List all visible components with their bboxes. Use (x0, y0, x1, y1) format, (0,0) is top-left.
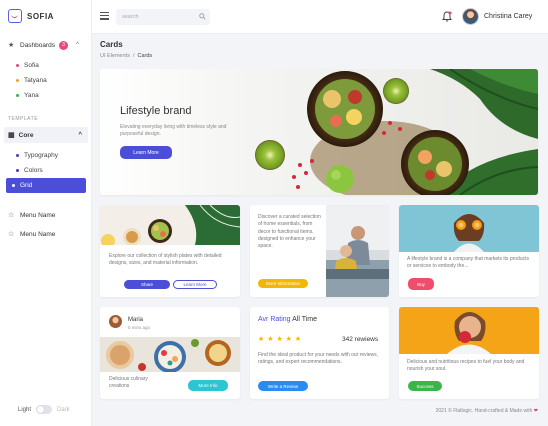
count-badge: 3 (59, 40, 69, 50)
sidebar-subitem-colors[interactable]: Colors (16, 164, 43, 176)
author-name: Maria (128, 317, 144, 323)
rating-text: Find the ideal product for your needs wi… (258, 352, 379, 366)
nutrition-text: Delicious and nutritious recipes to fuel… (407, 359, 525, 373)
bullet-icon (16, 63, 19, 67)
lifestyle-card: A lifestyle brand is a company that mark… (399, 205, 539, 297)
search-input[interactable]: search (116, 9, 210, 25)
page-title: Cards (100, 40, 123, 49)
sidebar-subitem-label: Sofia (24, 61, 39, 69)
nutrition-card: Delicious and nutritious recipes to fuel… (399, 307, 539, 399)
avatar[interactable] (109, 315, 122, 328)
more-info-button[interactable]: More Info (188, 380, 228, 391)
write-review-button[interactable]: Write a Review (258, 381, 308, 391)
rating-title-accent: Avr Rating (258, 316, 291, 323)
buy-button[interactable]: Buy (408, 278, 434, 290)
footer: 2021 © Flatlogic. Hand-crafted & Made wi… (436, 408, 538, 414)
bell-icon[interactable] (442, 11, 452, 22)
breadcrumb-item[interactable]: UI Elements (100, 53, 130, 59)
post-time: 5 mins ago (128, 325, 151, 330)
section-label: TEMPLATE (8, 116, 39, 122)
home-essentials-card: Discover a curated selection of home ess… (250, 205, 389, 297)
home-essentials-image (326, 205, 389, 297)
bullet-icon (16, 153, 19, 157)
lifestyle-text: A lifestyle brand is a company that mark… (407, 256, 529, 270)
sidebar-item-label: Menu Name (20, 230, 56, 238)
hero-title: Lifestyle brand (120, 105, 192, 117)
grid-icon: ▦ (8, 132, 15, 139)
sidebar-subitem-label: Tatyana (24, 76, 47, 84)
search-icon[interactable] (199, 13, 206, 20)
maria-image (100, 337, 240, 372)
share-button[interactable]: Share (124, 280, 170, 289)
sidebar-item-label: Dashboards (20, 41, 56, 49)
app-name: SOFIA (27, 11, 54, 21)
plates-image (100, 205, 240, 245)
chevron-up-icon: ^ (76, 42, 79, 48)
breadcrumb: UI Elements / Cards (100, 53, 153, 59)
theme-light-label: Light (18, 406, 32, 413)
sidebar-subitem-label: Colors (24, 166, 43, 174)
learn-more-button[interactable]: Learn More (120, 146, 172, 159)
bullet-icon (16, 78, 19, 82)
sidebar-subitem-label: Grid (20, 182, 33, 189)
nutrition-image (399, 307, 539, 354)
theme-dark-label: Dark (57, 406, 70, 413)
lifestyle-image (399, 205, 539, 252)
rating-title-rest: All Time (290, 316, 318, 323)
bullet-icon (16, 168, 19, 172)
user-name[interactable]: Christina Carey (484, 13, 532, 20)
learn-more-outline-button[interactable]: Learn More (173, 280, 217, 289)
breadcrumb-current: Cards (137, 53, 153, 59)
star-outline-icon: ☆ (8, 212, 15, 219)
top-bar: search Christina Carey (92, 0, 548, 34)
hero-description: Elevating everyday living with timeless … (120, 124, 227, 137)
chevron-up-icon: ^ (78, 132, 82, 138)
brand[interactable]: SOFIA (8, 7, 54, 25)
sidebar-item-menu-1[interactable]: ☆ Menu Name (8, 207, 55, 223)
heart-icon: ❤ (533, 408, 538, 414)
footer-text: 2021 © Flatlogic. Hand-crafted & Made wi… (435, 408, 533, 414)
theme-switch[interactable]: Light Dark (18, 405, 70, 414)
more-information-button[interactable]: More Information (258, 279, 308, 288)
maria-card: Maria 5 mins ago Delicious culinary crea… (100, 307, 240, 399)
avatar[interactable] (462, 8, 479, 25)
maria-text: Delicious culinary creations (109, 376, 148, 390)
hero-card: Lifestyle brand Elevating everyday livin… (100, 69, 538, 195)
sidebar-item-label: Core (18, 131, 34, 139)
rating-title: Avr Rating All Time (258, 316, 317, 323)
sidebar-subitem-grid[interactable]: Grid (6, 178, 86, 193)
sidebar-item-menu-2[interactable]: ☆ Menu Name (8, 226, 55, 242)
search-placeholder: search (122, 14, 139, 20)
plates-card: Explore our collection of stylish plates… (100, 205, 240, 297)
theme-toggle[interactable] (36, 405, 53, 414)
menu-icon[interactable] (100, 12, 109, 20)
star-icon: ★ (8, 42, 15, 49)
sidebar-item-label: Menu Name (20, 211, 56, 219)
rating-stars: ★ ★ ★ ★ ★ (258, 336, 302, 343)
logo-icon (8, 9, 22, 23)
sidebar-subitem-sofia[interactable]: Sofia (16, 59, 39, 71)
sidebar-item-dashboards[interactable]: ★ Dashboards 3 ^ (8, 37, 79, 53)
reviews-count: 342 rewiews (342, 336, 379, 343)
sidebar-subitem-tatyana[interactable]: Tatyana (16, 74, 47, 86)
home-essentials-text: Discover a curated selection of home ess… (258, 214, 321, 249)
sidebar: SOFIA ★ Dashboards 3 ^ Sofia Tatyana Yan… (0, 0, 92, 426)
sidebar-subitem-typography[interactable]: Typography (16, 149, 58, 161)
rating-card: Avr Rating All Time ★ ★ ★ ★ ★ 342 rewiew… (250, 307, 389, 399)
bullet-icon (12, 184, 15, 187)
star-outline-icon: ☆ (8, 231, 15, 238)
sidebar-subitem-label: Yana (24, 91, 39, 99)
plates-text: Explore our collection of stylish plates… (109, 253, 222, 267)
bullet-icon (16, 93, 19, 97)
sidebar-subitem-label: Typography (24, 151, 58, 159)
sidebar-item-core[interactable]: ▦ Core ^ (4, 127, 88, 143)
sidebar-subitem-yana[interactable]: Yana (16, 89, 39, 101)
success-button[interactable]: Success (408, 381, 442, 391)
